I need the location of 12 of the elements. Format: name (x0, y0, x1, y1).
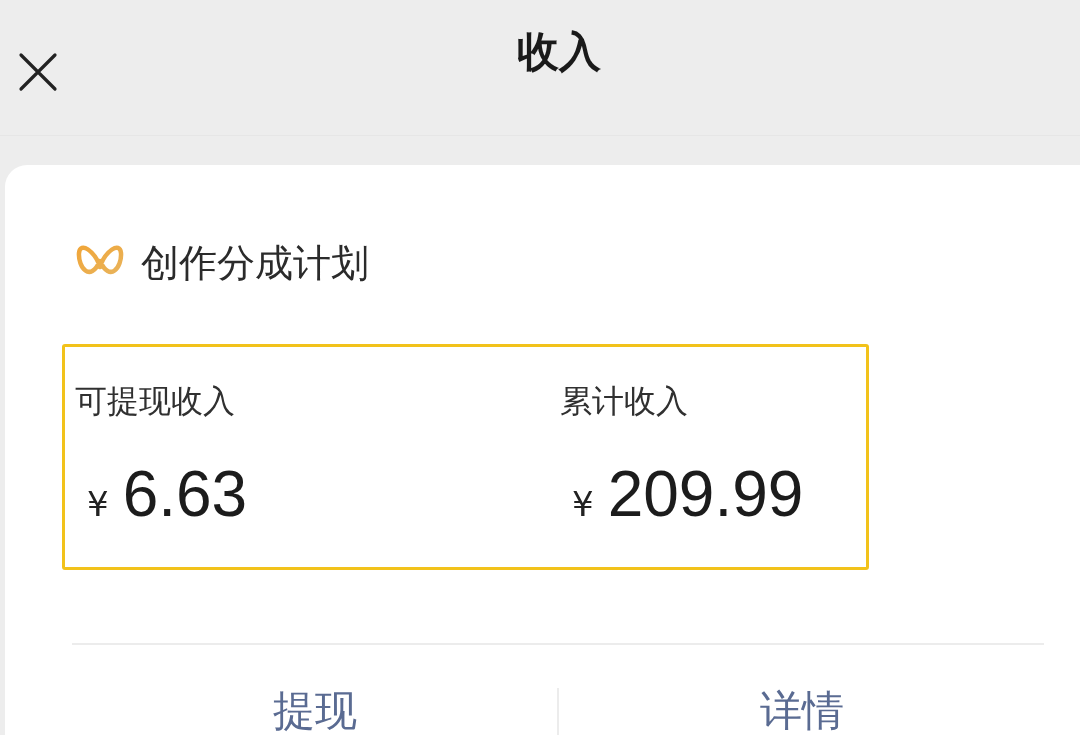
income-amount: 209.99 (607, 461, 804, 527)
close-icon (18, 52, 58, 92)
income-amount: 6.63 (122, 461, 248, 527)
income-label: 可提现收入 (75, 381, 236, 421)
currency-sign: ¥ (87, 484, 109, 524)
close-button[interactable] (18, 52, 58, 92)
currency-sign: ¥ (572, 484, 594, 524)
program-name: 创作分成计划 (141, 240, 369, 287)
withdraw-button[interactable]: 提现 (272, 689, 357, 733)
page-title: 收入 (517, 28, 601, 76)
income-label: 累计收入 (560, 381, 689, 421)
details-button[interactable]: 详情 (759, 689, 844, 733)
